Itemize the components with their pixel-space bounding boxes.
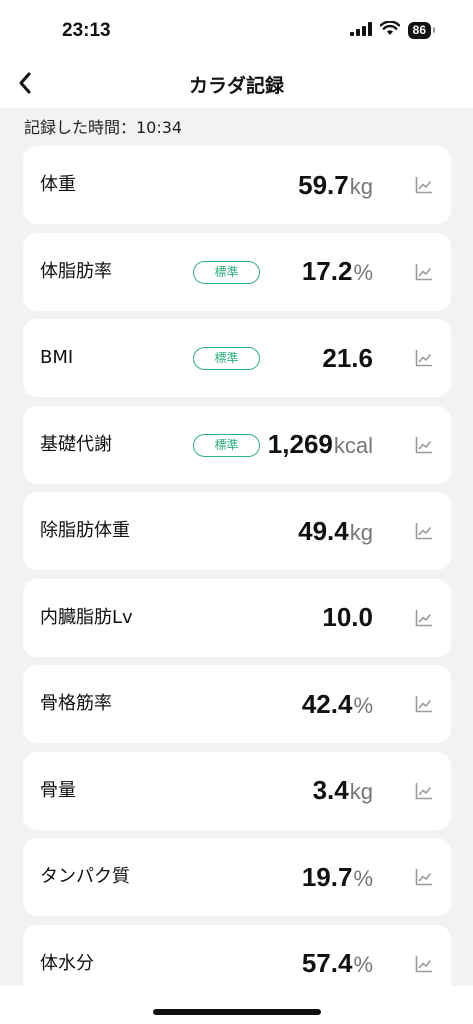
metric-unit: % xyxy=(353,865,373,891)
metric-card[interactable]: 骨格筋率 42.4% xyxy=(23,665,451,743)
line-chart-icon[interactable] xyxy=(415,609,433,627)
metric-value: 49.4 xyxy=(298,515,349,546)
metric-value: 42.4 xyxy=(301,688,353,719)
metric-label: 内臓脂肪Lv xyxy=(40,606,133,628)
metric-value: 1,269 xyxy=(267,429,333,459)
line-chart-icon[interactable] xyxy=(415,436,433,454)
battery-indicator: 86 xyxy=(407,22,436,39)
line-chart-icon[interactable] xyxy=(415,522,433,540)
metric-value-group: 19.7% xyxy=(302,838,373,916)
metric-unit: % xyxy=(353,952,373,977)
metric-unit: % xyxy=(353,692,373,718)
line-chart-icon[interactable] xyxy=(415,176,433,194)
metric-label: タンパク質 xyxy=(40,866,130,887)
metric-value-group: 3.4 kg xyxy=(313,752,373,830)
record-time: 記録した時間：10:34 xyxy=(24,118,183,137)
metric-card[interactable]: 除脂肪体重 49.4 kg xyxy=(23,492,451,570)
wifi-icon xyxy=(379,20,400,40)
metric-value-group: 59.7 kg xyxy=(298,146,373,224)
metric-card[interactable]: 内臓脂肪Lv 10.0 xyxy=(23,578,451,657)
metric-card[interactable]: 体重 59.7 kg xyxy=(23,146,451,224)
metric-label: 除脂肪体重 xyxy=(40,520,130,541)
metric-list: 体重 59.7 kg 体脂肪率 標準 17.2% BMI 標準 21.6 基礎代謝 標準 1,269 k… xyxy=(23,146,451,1011)
metric-value-group: 21.6 xyxy=(322,319,373,397)
line-chart-icon[interactable] xyxy=(415,349,433,367)
metric-card[interactable]: 骨量 3.4 kg xyxy=(23,751,451,830)
metric-value: 19.7 xyxy=(301,861,353,892)
metric-value: 21.6 xyxy=(322,342,373,373)
metric-label: 骨量 xyxy=(40,779,76,801)
nav-bar: カラダ記録 xyxy=(0,62,473,108)
metric-unit: kg xyxy=(349,173,373,199)
metric-value-group: 10.0 xyxy=(322,579,373,657)
metric-label: 骨格筋率 xyxy=(40,693,112,714)
metric-label: 体脂肪率 xyxy=(40,260,112,282)
metric-value-group: 1,269 kcal xyxy=(268,406,373,484)
status-bar: 23:13 86 xyxy=(0,0,473,62)
metric-value: 17.2 xyxy=(301,256,353,286)
metric-value-group: 42.4% xyxy=(302,665,373,743)
line-chart-icon[interactable] xyxy=(415,955,433,973)
line-chart-icon[interactable] xyxy=(415,263,433,281)
home-indicator[interactable] xyxy=(153,1009,321,1015)
metric-value: 10.0 xyxy=(322,602,373,632)
metric-unit: kcal xyxy=(333,433,373,458)
metric-label: BMI xyxy=(40,347,74,368)
status-time: 23:13 xyxy=(62,20,111,41)
metric-value: 57.4 xyxy=(301,948,353,978)
metric-label: 基礎代謝 xyxy=(40,433,112,455)
metric-unit: kg xyxy=(349,519,373,545)
metric-value-group: 17.2% xyxy=(302,233,373,311)
status-badge: 標準 xyxy=(193,260,260,284)
metric-label: 体重 xyxy=(40,174,76,195)
home-area xyxy=(0,986,473,1024)
metric-value-group: 49.4 kg xyxy=(298,492,373,570)
status-icons: 86 xyxy=(349,20,436,40)
line-chart-icon[interactable] xyxy=(415,782,433,800)
page-title: カラダ記録 xyxy=(188,75,284,97)
metric-value: 3.4 xyxy=(312,775,349,805)
line-chart-icon[interactable] xyxy=(415,695,433,713)
metric-unit: kg xyxy=(349,779,373,804)
metric-unit: % xyxy=(353,260,373,285)
metric-card[interactable]: タンパク質 19.7% xyxy=(23,838,451,916)
line-chart-icon[interactable] xyxy=(415,868,433,886)
status-badge: 標準 xyxy=(193,433,260,457)
metric-value: 59.7 xyxy=(298,169,349,200)
status-badge: 標準 xyxy=(193,347,260,370)
signal-icon xyxy=(349,21,372,40)
metric-card[interactable]: 体脂肪率 標準 17.2% xyxy=(23,232,451,311)
metric-card[interactable]: BMI 標準 21.6 xyxy=(23,319,451,397)
metric-card[interactable]: 基礎代謝 標準 1,269 kcal xyxy=(23,405,451,484)
